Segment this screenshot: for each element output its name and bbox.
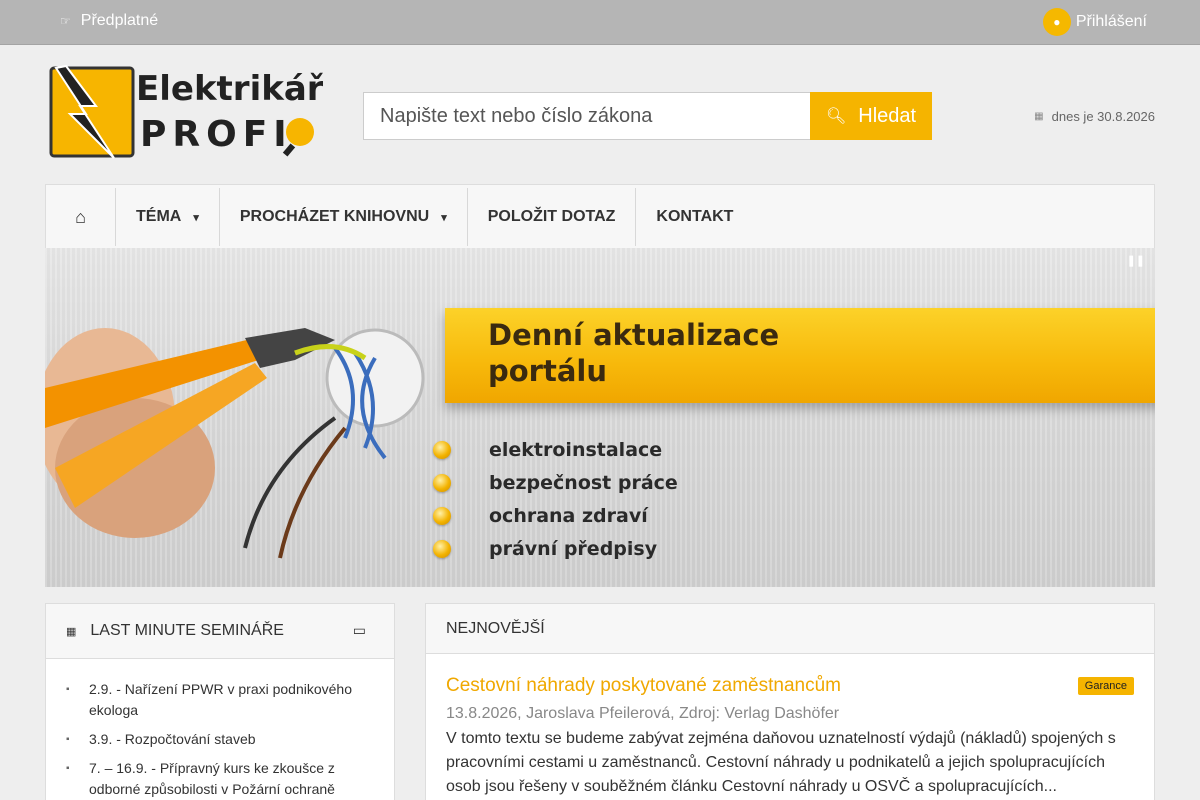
banner-bullets: elektroinstalace bezpečnost práce ochran… bbox=[433, 433, 678, 565]
hero-banner[interactable]: Denní aktualizace portálu elektroinstala… bbox=[45, 248, 1155, 587]
nav-tema[interactable]: TÉMA ▾ bbox=[116, 188, 220, 246]
nav-polozit-dotaz[interactable]: POLOŽIT DOTAZ bbox=[467, 188, 637, 246]
hand-icon: ☞ bbox=[60, 14, 71, 28]
current-date: ▦ dnes je 30.8.2026 bbox=[1034, 109, 1155, 124]
seminar-label: 3.9. - Rozpočtování staveb bbox=[89, 731, 256, 747]
logo-text-profi: PROFI bbox=[140, 114, 293, 155]
seminars-panel: ▦ LAST MINUTE SEMINÁŘE ▭ ▪ 2.9. - Nařízen… bbox=[45, 603, 395, 800]
bullet-dot-icon bbox=[433, 440, 451, 459]
nav-label: TÉMA bbox=[136, 208, 182, 225]
bullet-label: ochrana zdraví bbox=[489, 504, 648, 527]
article-excerpt: V tomto textu se budeme zabývat zejména … bbox=[446, 730, 1116, 795]
seminar-item[interactable]: ▪ 3.9. - Rozpočtování staveb bbox=[66, 729, 374, 750]
nav-prochazet-knihovnu[interactable]: PROCHÁZET KNIHOVNU ▾ bbox=[219, 188, 468, 246]
subscription-label: Předplatné bbox=[80, 12, 159, 29]
pause-icon[interactable]: ❚❚ bbox=[1127, 254, 1145, 267]
seminars-list: ▪ 2.9. - Nařízení PPWR v praxi podnikovéh… bbox=[46, 659, 394, 800]
newest-header: NEJNOVĚJŠÍ bbox=[426, 604, 1154, 654]
banner-bullet: ochrana zdraví bbox=[433, 499, 678, 532]
nav-kontakt[interactable]: KONTAKT bbox=[636, 188, 754, 246]
bullet-icon: ▪ bbox=[66, 684, 70, 695]
banner-title-line1: Denní aktualizace bbox=[488, 318, 780, 352]
banner-title: Denní aktualizace portálu bbox=[488, 317, 888, 389]
banner-bullet: bezpečnost práce bbox=[433, 466, 678, 499]
search-input[interactable] bbox=[363, 92, 811, 140]
banner-title-line2: portálu bbox=[488, 354, 608, 388]
banner-bullet: elektroinstalace bbox=[433, 433, 678, 466]
seminar-label: 7. – 16.9. - Přípravný kurs ke zkoušce z… bbox=[89, 760, 335, 797]
seminars-title: LAST MINUTE SEMINÁŘE bbox=[90, 622, 284, 639]
top-bar: ☞ Předplatné ● Přihlášení bbox=[0, 0, 1200, 45]
bullet-label: právní předpisy bbox=[489, 537, 658, 560]
logo-text-elektrikar: Elektrikář bbox=[136, 69, 323, 109]
article-meta: 13.8.2026, Jaroslava Pfeilerová, Zdroj: … bbox=[446, 705, 840, 722]
caret-down-icon: ▾ bbox=[193, 211, 199, 224]
nav-label: POLOŽIT DOTAZ bbox=[487, 208, 616, 225]
bullet-dot-icon bbox=[433, 539, 451, 558]
pliers-illustration bbox=[45, 328, 425, 559]
caret-down-icon: ▾ bbox=[441, 211, 447, 224]
calendar-icon: ▦ bbox=[66, 625, 77, 638]
newest-panel: NEJNOVĚJŠÍ Cestovní náhrady poskytované … bbox=[425, 603, 1155, 800]
search-icon: 🔍︎ bbox=[825, 108, 847, 125]
date-text: dnes je 30.8.2026 bbox=[1051, 109, 1155, 124]
bullet-icon: ▪ bbox=[66, 763, 70, 774]
seminar-label: 2.9. - Nařízení PPWR v praxi podnikového… bbox=[89, 681, 353, 718]
seminar-item[interactable]: ▪ 7. – 16.9. - Přípravný kurs ke zkoušce … bbox=[66, 758, 374, 800]
bullet-dot-icon bbox=[433, 506, 451, 525]
nav-label: KONTAKT bbox=[656, 208, 734, 225]
search-button-label: Hledat bbox=[858, 104, 917, 127]
nav-home[interactable]: ⌂ bbox=[46, 188, 116, 246]
subscription-link[interactable]: ☞ Předplatné bbox=[60, 12, 158, 30]
guarantee-badge: Garance bbox=[1077, 677, 1134, 695]
article-item: Cestovní náhrady poskytované zaměstnanců… bbox=[426, 654, 1154, 799]
seminars-header[interactable]: ▦ LAST MINUTE SEMINÁŘE ▭ bbox=[46, 604, 394, 659]
collapse-icon[interactable]: ▭ bbox=[353, 622, 366, 639]
main-nav: ⌂ TÉMA ▾ PROCHÁZET KNIHOVNU ▾ POLOŽIT DO… bbox=[45, 184, 1155, 248]
bullet-label: bezpečnost práce bbox=[489, 471, 678, 494]
article-title-link[interactable]: Cestovní náhrady poskytované zaměstnanců… bbox=[446, 674, 1134, 698]
bullet-icon: ▪ bbox=[66, 734, 70, 745]
search-button[interactable]: 🔍︎ Hledat bbox=[810, 92, 932, 140]
calendar-icon: ▦ bbox=[1034, 111, 1044, 122]
nav-label: PROCHÁZET KNIHOVNU bbox=[239, 208, 430, 225]
bullet-dot-icon bbox=[433, 473, 451, 492]
seminar-item[interactable]: ▪ 2.9. - Nařízení PPWR v praxi podnikovéh… bbox=[66, 679, 374, 721]
user-icon: ● bbox=[1042, 8, 1071, 36]
login-link[interactable]: ● Přihlášení bbox=[1042, 8, 1147, 36]
bullet-label: elektroinstalace bbox=[489, 438, 663, 461]
banner-bullet: právní předpisy bbox=[433, 532, 678, 565]
logo[interactable]: Elektrikář PROFI bbox=[48, 62, 323, 160]
home-icon: ⌂ bbox=[75, 206, 86, 227]
login-label: Přihlášení bbox=[1075, 13, 1147, 30]
